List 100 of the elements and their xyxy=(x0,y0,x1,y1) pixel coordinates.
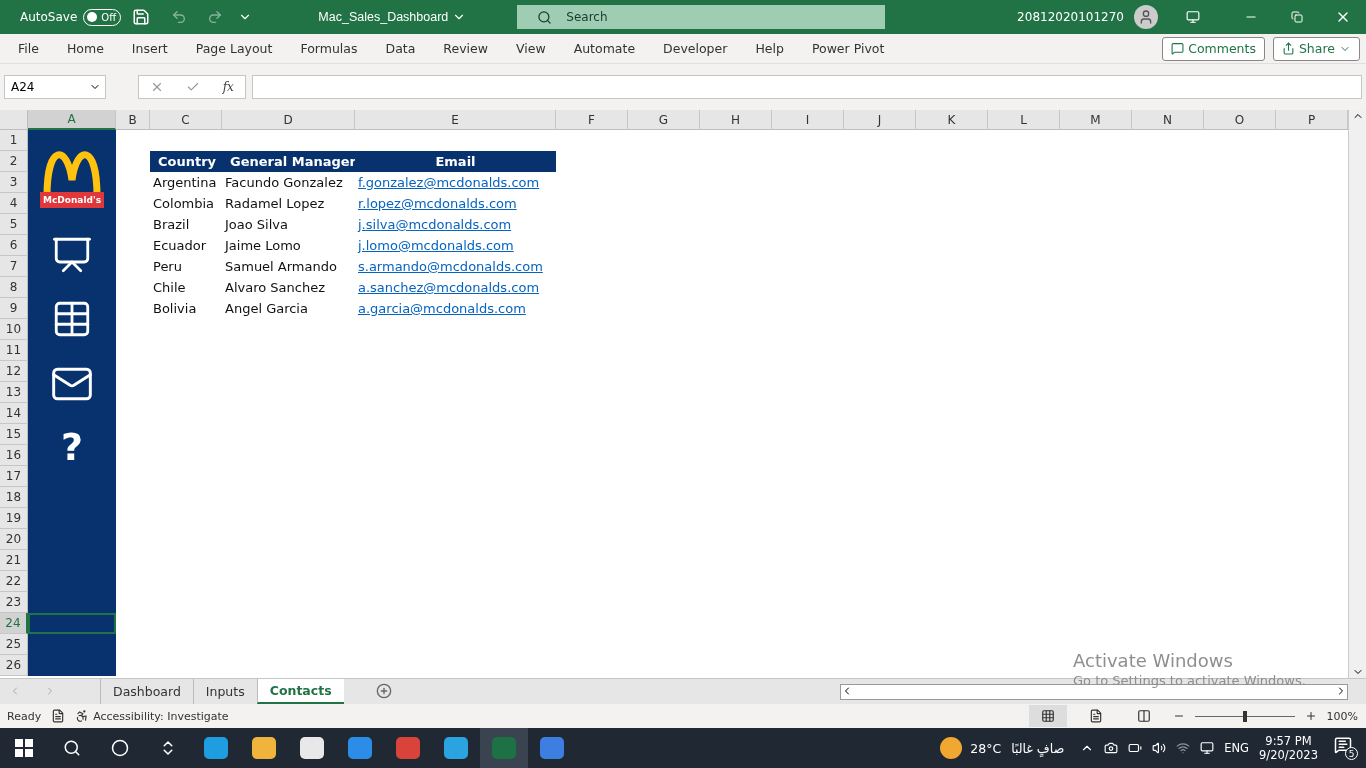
row-header[interactable]: 22 xyxy=(0,571,28,592)
accessibility-button[interactable]: Accessibility: Investigate xyxy=(75,709,229,723)
column-header[interactable]: F xyxy=(556,110,628,130)
table-cell-text: Radamel Lopez xyxy=(224,195,326,213)
name-box[interactable]: A24 xyxy=(4,75,106,99)
email-link[interactable]: s.armando@mcdonalds.com xyxy=(358,259,543,274)
clock[interactable]: 9:57 PM 9/20/2023 xyxy=(1249,734,1328,762)
table-cell-text: Facundo Gonzalez xyxy=(224,174,344,192)
row-header[interactable]: 16 xyxy=(0,445,28,466)
column-header[interactable]: D xyxy=(222,110,355,130)
insert-function-button[interactable]: fx xyxy=(222,80,234,94)
column-header[interactable]: L xyxy=(988,110,1060,130)
row-header[interactable]: 2 xyxy=(0,151,28,172)
column-header[interactable]: A xyxy=(28,110,116,130)
camera-icon[interactable] xyxy=(1104,741,1119,755)
ribbon-tab[interactable]: File xyxy=(8,33,49,64)
weather-text: صافٍ غالبًا xyxy=(1011,740,1065,756)
selected-cell[interactable] xyxy=(28,613,116,634)
table-cell-text: Chile xyxy=(152,279,187,297)
column-header[interactable]: I xyxy=(772,110,844,130)
table-header: Email xyxy=(355,151,556,172)
row-header[interactable]: 6 xyxy=(0,235,28,256)
table-header: Country xyxy=(150,151,222,172)
autosave-label: AutoSave xyxy=(20,10,78,24)
language-indicator[interactable]: ENG xyxy=(1224,741,1250,755)
row-header[interactable]: 7 xyxy=(0,256,28,277)
row-header[interactable]: 18 xyxy=(0,487,28,508)
network-icon[interactable] xyxy=(1200,741,1215,755)
row-header[interactable]: 3 xyxy=(0,172,28,193)
wifi-icon[interactable] xyxy=(1176,741,1191,755)
row-header[interactable]: 21 xyxy=(0,550,28,571)
row-header[interactable]: 26 xyxy=(0,655,28,676)
check-icon[interactable] xyxy=(186,80,201,94)
email-link[interactable]: a.garcia@mcdonalds.com xyxy=(358,301,526,316)
email-link[interactable]: j.lomo@mcdonalds.com xyxy=(358,238,514,253)
formula-input[interactable] xyxy=(252,75,1362,99)
row-header[interactable]: 10 xyxy=(0,319,28,340)
status-text: Ready xyxy=(7,709,42,723)
battery-icon[interactable] xyxy=(1128,741,1143,755)
ribbon-tab[interactable]: Help xyxy=(745,33,794,64)
table-cell-text: Alvaro Sanchez xyxy=(224,279,326,297)
comments-button[interactable]: Comments xyxy=(1162,36,1265,61)
ribbon-tab[interactable]: Power Pivot xyxy=(801,33,895,64)
row-header[interactable]: 25 xyxy=(0,634,28,655)
ribbon-tab[interactable]: Insert xyxy=(121,33,178,64)
column-header[interactable]: G xyxy=(628,110,700,130)
row-header[interactable]: 14 xyxy=(0,403,28,424)
column-header[interactable]: H xyxy=(700,110,772,130)
table-cell-text: Angel Garcia xyxy=(224,300,309,318)
table-cell-text: Colombia xyxy=(152,195,216,213)
sheet-tab[interactable]: Contacts xyxy=(256,679,344,704)
row-header[interactable]: 17 xyxy=(0,466,28,487)
row-header[interactable]: 15 xyxy=(0,424,28,445)
zoom-in-icon[interactable] xyxy=(1304,710,1317,722)
column-header[interactable]: J xyxy=(844,110,916,130)
column-header[interactable]: O xyxy=(1204,110,1276,130)
row-header[interactable]: 11 xyxy=(0,340,28,361)
column-header[interactable]: E xyxy=(355,110,556,130)
help-icon[interactable]: ? xyxy=(60,428,83,466)
macro-icon[interactable] xyxy=(51,709,66,723)
row-header[interactable]: 23 xyxy=(0,592,28,613)
volume-icon[interactable] xyxy=(1152,741,1167,755)
ribbon-tab[interactable]: Review xyxy=(433,33,498,64)
normal-view-icon[interactable] xyxy=(1028,705,1067,727)
vertical-scrollbar[interactable] xyxy=(1348,110,1366,678)
column-header[interactable]: M xyxy=(1060,110,1132,130)
email-link[interactable]: f.gonzalez@mcdonalds.com xyxy=(358,175,540,190)
column-header[interactable]: P xyxy=(1276,110,1348,130)
ribbon-tab[interactable]: Automate xyxy=(563,33,646,64)
table-cell-text: Bolivia xyxy=(152,300,198,318)
column-header[interactable]: C xyxy=(150,110,222,130)
row-header[interactable]: 1 xyxy=(0,130,28,151)
row-header[interactable]: 19 xyxy=(0,508,28,529)
row-header[interactable]: 9 xyxy=(0,298,28,319)
column-header[interactable]: N xyxy=(1132,110,1204,130)
email-link[interactable]: a.sanchez@mcdonalds.com xyxy=(358,280,540,295)
email-link[interactable]: j.silva@mcdonalds.com xyxy=(358,217,512,232)
row-header[interactable]: 8 xyxy=(0,277,28,298)
ribbon-tab[interactable]: Developer xyxy=(653,33,738,64)
search-field[interactable]: Search xyxy=(517,5,886,29)
row-header[interactable]: 13 xyxy=(0,382,28,403)
ribbon-tab[interactable]: Home xyxy=(56,33,114,64)
row-header[interactable]: 4 xyxy=(0,193,28,214)
zoom-level[interactable]: 100% xyxy=(1326,709,1358,723)
row-header[interactable]: 5 xyxy=(0,214,28,235)
row-header[interactable]: 24 xyxy=(0,613,28,634)
document-title[interactable]: Mac_Sales_Dashboard xyxy=(317,3,468,31)
logo: McDonald's xyxy=(39,150,105,208)
row-header[interactable]: 12 xyxy=(0,361,28,382)
column-header[interactable]: K xyxy=(916,110,988,130)
row-header[interactable]: 20 xyxy=(0,529,28,550)
share-button[interactable]: Share xyxy=(1272,36,1360,61)
ribbon-tab[interactable]: Formulas xyxy=(290,33,368,64)
ribbon-tab[interactable]: Page Layout xyxy=(185,33,283,64)
ribbon-tab[interactable]: View xyxy=(505,33,556,64)
share-icon xyxy=(1281,42,1295,55)
email-link[interactable]: r.lopez@mcdonalds.com xyxy=(358,196,517,211)
ribbon-tab[interactable]: Data xyxy=(375,33,426,64)
column-header[interactable]: B xyxy=(116,110,150,130)
avatar-icon[interactable] xyxy=(1134,5,1158,29)
